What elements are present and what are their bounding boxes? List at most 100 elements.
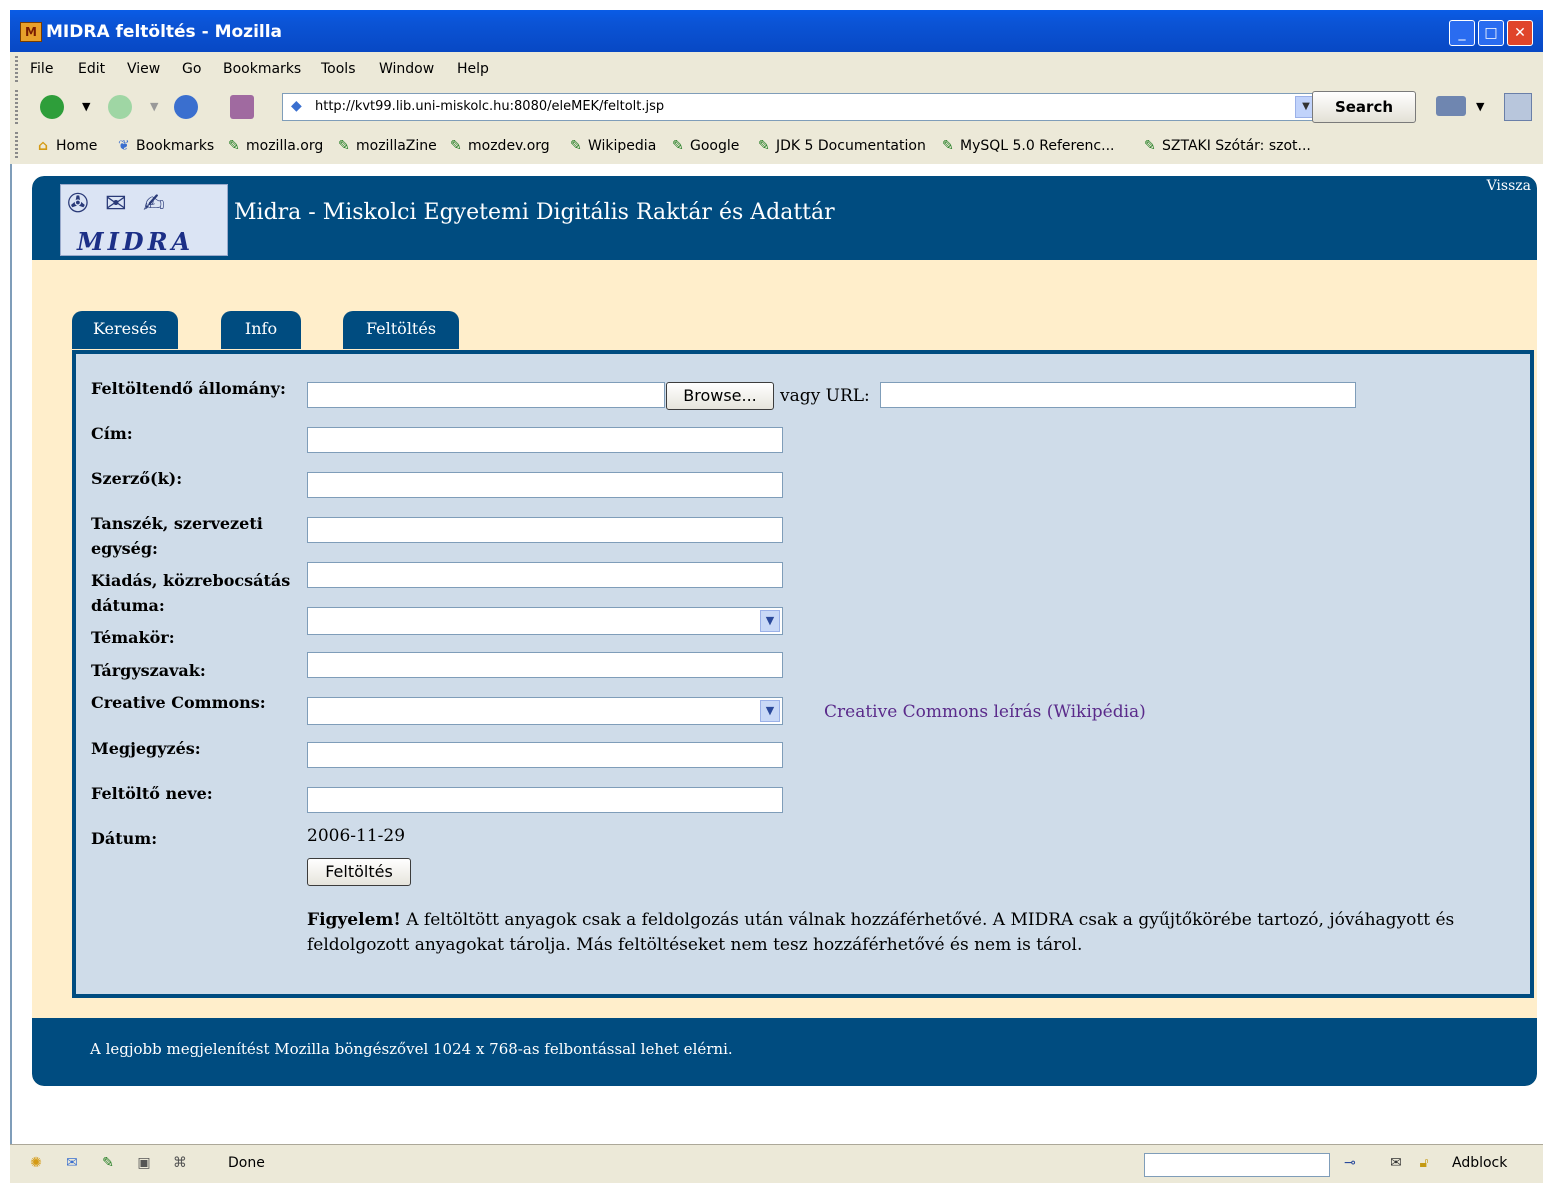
site-title: Midra - Miskolci Egyetemi Digitális Rakt… (234, 200, 835, 225)
chevron-down-icon[interactable]: ▼ (760, 610, 780, 632)
menu-bookmarks[interactable]: Bookmarks (223, 61, 301, 77)
url-bar[interactable]: ◆ http://kvt99.lib.uni-miskolc.hu:8080/e… (282, 93, 1320, 121)
warning-line1: Figyelem! A feltöltött anyagok csak a fe… (307, 910, 1454, 930)
navigation-toolbar: ▼ ▼ ◆ http://kvt99.lib.uni-miskolc.hu:80… (10, 86, 1543, 129)
cookie-icon[interactable]: ✉ (1386, 1155, 1406, 1171)
progress-field (1144, 1153, 1330, 1177)
mail-icon[interactable]: ✉ (62, 1155, 82, 1171)
bookmark-icon: ✎ (942, 138, 954, 154)
bookmark-mozdev[interactable]: ✎ mozdev.org (450, 138, 550, 154)
menu-window[interactable]: Window (379, 61, 434, 77)
cc-select[interactable]: ▼ (307, 697, 783, 725)
chatzilla-icon[interactable]: ⌘ (170, 1155, 190, 1171)
address-book-icon[interactable]: ▣ (134, 1155, 154, 1171)
toolbar-grip[interactable] (15, 90, 18, 124)
status-bar: ✺ ✉ ✎ ▣ ⌘ Done ⊸ ✉ 🔓︎ Adblock (10, 1144, 1543, 1183)
upload-submit-button[interactable]: Feltöltés (307, 858, 411, 886)
footer-text: A legjobb megjelenítést Mozilla böngésző… (90, 1040, 733, 1058)
back-link[interactable]: Vissza (1487, 178, 1531, 194)
note-label: Megjegyzés: (91, 739, 201, 758)
menu-edit[interactable]: Edit (78, 61, 105, 77)
bookmark-icon: ✎ (450, 138, 462, 154)
bookmark-jdk-docs[interactable]: ✎ JDK 5 Documentation (758, 138, 926, 154)
logo-graphic: ✇ ✉ ✍ (67, 189, 169, 219)
warning-bold: Figyelem! (307, 910, 401, 930)
url-input[interactable] (880, 382, 1356, 408)
warning-line2: feldolgozott anyagokat tárolja. Más felt… (307, 935, 1083, 955)
title-label: Cím: (91, 424, 133, 443)
tab-upload[interactable]: Feltöltés (343, 311, 459, 349)
bookmark-mozilla-org[interactable]: ✎ mozilla.org (228, 138, 323, 154)
toolbar-grip[interactable] (15, 132, 18, 160)
title-input[interactable] (307, 427, 783, 453)
back-dropdown-icon[interactable]: ▼ (82, 100, 90, 113)
author-label: Szerző(k): (91, 469, 183, 488)
keywords-input[interactable] (307, 652, 783, 678)
tab-search[interactable]: Keresés (72, 311, 178, 349)
bookmark-google[interactable]: ✎ Google (672, 138, 739, 154)
browser-window: M MIDRA feltöltés - Mozilla _ □ ✕ File E… (10, 0, 1543, 1183)
menu-file[interactable]: File (30, 61, 53, 77)
bookmark-bookmarks[interactable]: ❦ Bookmarks (118, 138, 214, 154)
bookmark-mysql[interactable]: ✎ MySQL 5.0 Referenc... (942, 138, 1114, 154)
bookmark-home[interactable]: ⌂ Home (38, 138, 97, 154)
search-label: Search (1334, 98, 1394, 116)
bookmark-icon: ✎ (570, 138, 582, 154)
close-button[interactable]: ✕ (1507, 20, 1533, 46)
site-header: ✇ ✉ ✍ MIDRA Midra - Miskolci Egyetemi Di… (32, 176, 1537, 260)
bookmark-sztaki[interactable]: ✎ SZTAKI Szótár: szot... (1144, 138, 1311, 154)
bookmark-wikipedia[interactable]: ✎ Wikipedia (570, 138, 656, 154)
menu-bar: File Edit View Go Bookmarks Tools Window… (10, 52, 1543, 87)
throbber-icon (1504, 93, 1532, 121)
date-label: Dátum: (91, 829, 158, 848)
print-icon[interactable] (1436, 96, 1466, 116)
composer-icon[interactable]: ✎ (98, 1155, 118, 1171)
site-icon: ◆ (291, 98, 302, 114)
bookmarks-toolbar: ⌂ Home ❦ Bookmarks ✎ mozilla.org ✎ mozillaZi… (10, 128, 1543, 165)
note-input[interactable] (307, 742, 783, 768)
window-title: MIDRA feltöltés - Mozilla (46, 22, 283, 42)
url-text[interactable]: http://kvt99.lib.uni-miskolc.hu:8080/ele… (315, 99, 664, 114)
file-input[interactable] (307, 382, 665, 408)
print-dropdown-icon[interactable]: ▼ (1476, 100, 1484, 113)
chevron-down-icon[interactable]: ▼ (760, 700, 780, 722)
adblock-label[interactable]: Adblock (1452, 1155, 1507, 1171)
uploader-input[interactable] (307, 787, 783, 813)
status-text: Done (228, 1155, 265, 1171)
cc-description-link[interactable]: Creative Commons leírás (Wikipédia) (824, 702, 1146, 722)
menu-help[interactable]: Help (457, 61, 489, 77)
maximize-button[interactable]: □ (1478, 20, 1504, 46)
file-label: Feltöltendő állomány: (91, 379, 286, 398)
topic-label: Témakör: (91, 628, 175, 647)
forward-arrow-icon[interactable] (108, 95, 132, 119)
menu-view[interactable]: View (127, 61, 160, 77)
date-value: 2006-11-29 (307, 826, 406, 846)
department-label-line2: egység: (91, 539, 158, 558)
upload-form-panel: Feltöltendő állomány: Browse... vagy URL… (72, 350, 1534, 998)
department-label-line1: Tanszék, szervezeti (91, 514, 263, 533)
bookmark-icon: ✎ (1144, 138, 1156, 154)
forward-dropdown-icon[interactable]: ▼ (150, 100, 158, 113)
pubdate-input[interactable] (307, 562, 783, 588)
back-arrow-icon[interactable] (40, 95, 64, 119)
bookmark-icon: ✎ (228, 138, 240, 154)
stop-icon[interactable] (230, 95, 254, 119)
reload-icon[interactable] (174, 95, 198, 119)
online-icon[interactable]: ⊸ (1340, 1155, 1360, 1171)
author-input[interactable] (307, 472, 783, 498)
keywords-label: Tárgyszavak: (91, 661, 206, 680)
bookmark-mozillazine[interactable]: ✎ mozillaZine (338, 138, 437, 154)
department-input[interactable] (307, 517, 783, 543)
security-lock-icon[interactable]: 🔓︎ (1414, 1155, 1434, 1171)
menu-tools[interactable]: Tools (321, 61, 356, 77)
minimize-button[interactable]: _ (1449, 20, 1475, 46)
topic-select[interactable]: ▼ (307, 607, 783, 635)
tab-info[interactable]: Info (221, 311, 301, 349)
bookmarks-icon: ❦ (118, 138, 130, 154)
search-button[interactable]: Search (1312, 91, 1416, 123)
navigator-icon[interactable]: ✺ (26, 1155, 46, 1171)
toolbar-grip[interactable] (15, 56, 18, 82)
menu-go[interactable]: Go (182, 61, 201, 77)
url-label: vagy URL: (780, 386, 870, 406)
browse-button[interactable]: Browse... (666, 382, 774, 410)
